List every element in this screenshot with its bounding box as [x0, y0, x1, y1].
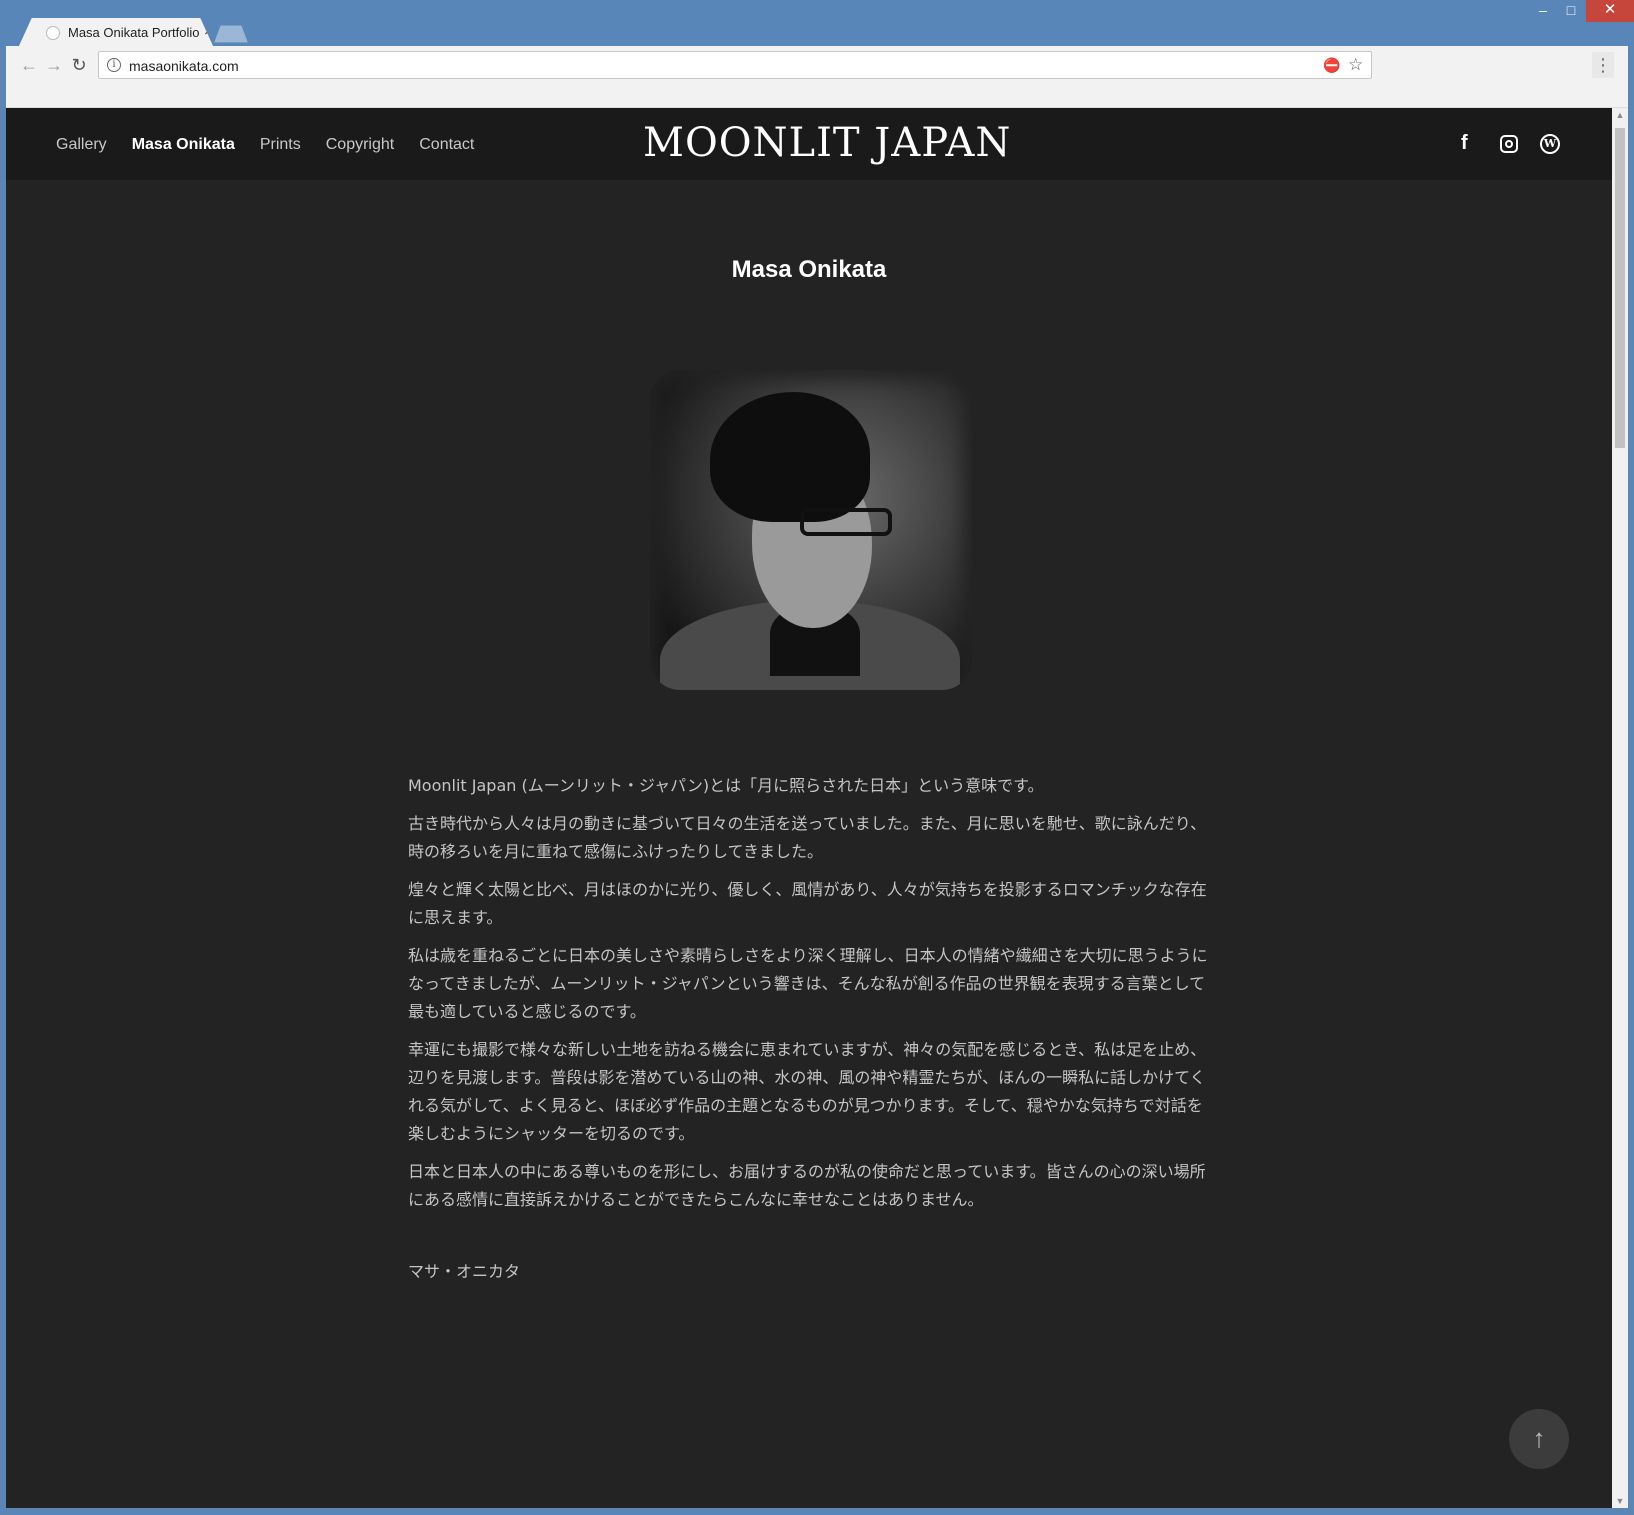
bio-text: Moonlit Japan (ムーンリット・ジャパン)とは「月に照らされた日本」… [408, 772, 1218, 1224]
site-info-icon[interactable]: i [107, 58, 121, 72]
scroll-down-icon[interactable]: ▼ [1615, 1496, 1625, 1506]
browser-toolbar: ← → ↻ i masaonikata.com ⛔ ☆ ⋮ [6, 46, 1628, 108]
bio-paragraph: Moonlit Japan (ムーンリット・ジャパン)とは「月に照らされた日本」… [408, 776, 1044, 795]
bio-paragraph: 日本と日本人の中にある尊いものを形にし、お届けするのが私の使命だと思っています。… [408, 1162, 1206, 1209]
facebook-icon[interactable]: f [1461, 132, 1468, 155]
nav-prints[interactable]: Prints [260, 136, 301, 154]
favicon-icon [46, 26, 60, 40]
tab-close-icon[interactable]: × [204, 23, 213, 40]
scroll-thumb[interactable] [1615, 128, 1625, 448]
close-window-button[interactable]: ✕ [1586, 0, 1634, 22]
site-logo[interactable]: MOONLIT JAPAN [643, 120, 1011, 166]
bio-paragraph: 幸運にも撮影で様々な新しい土地を訪ねる機会に恵まれていますが、神々の気配を感じる… [408, 1040, 1207, 1143]
back-arrow-icon[interactable]: ← [18, 54, 40, 76]
maximize-button[interactable]: □ [1558, 0, 1584, 22]
new-tab-button[interactable] [214, 25, 248, 43]
blocked-content-icon[interactable]: ⛔ [1323, 57, 1340, 74]
page-viewport: Gallery Masa Onikata Prints Copyright Co… [6, 108, 1612, 1508]
back-to-top-button[interactable]: ↑ [1509, 1409, 1569, 1469]
browser-menu-icon[interactable]: ⋮ [1592, 52, 1614, 78]
nav-gallery[interactable]: Gallery [56, 136, 107, 154]
wordpress-icon[interactable]: W [1540, 134, 1560, 154]
nav-copyright[interactable]: Copyright [326, 136, 394, 154]
bookmark-star-icon[interactable]: ☆ [1348, 55, 1363, 75]
bio-paragraph: 煌々と輝く太陽と比べ、月はほのかに光り、優しく、風情があり、人々が気持ちを投影す… [408, 880, 1207, 927]
forward-arrow-icon[interactable]: → [43, 54, 65, 76]
scrollbar[interactable]: ▲ ▼ [1612, 108, 1628, 1508]
page-title: Masa Onikata [731, 256, 887, 283]
bio-paragraph: 古き時代から人々は月の動きに基づいて日々の生活を送っていました。また、月に思いを… [408, 814, 1207, 861]
nav-contact[interactable]: Contact [419, 136, 474, 154]
reload-icon[interactable]: ↻ [68, 54, 90, 76]
tab-title: Masa Onikata Portfolio [68, 25, 200, 40]
address-bar[interactable]: i masaonikata.com ⛔ ☆ [98, 51, 1372, 79]
scroll-up-icon[interactable]: ▲ [1615, 110, 1625, 120]
signature: マサ・オニカタ [408, 1262, 521, 1281]
nav-masa-onikata[interactable]: Masa Onikata [132, 136, 235, 154]
bio-paragraph: 私は歳を重ねるごとに日本の美しさや素晴らしさをより深く理解し、日本人の情緒や繊細… [408, 946, 1208, 1021]
title-bar: – □ ✕ Masa Onikata Portfolio × [0, 0, 1634, 48]
url-text[interactable]: masaonikata.com [129, 58, 239, 74]
site-nav: Gallery Masa Onikata Prints Copyright Co… [56, 136, 474, 154]
instagram-icon[interactable] [1500, 135, 1518, 153]
browser-tab[interactable]: Masa Onikata Portfolio × [18, 18, 214, 48]
site-header: Gallery Masa Onikata Prints Copyright Co… [6, 108, 1612, 180]
minimize-button[interactable]: – [1530, 0, 1556, 22]
portrait-photo [650, 370, 972, 690]
